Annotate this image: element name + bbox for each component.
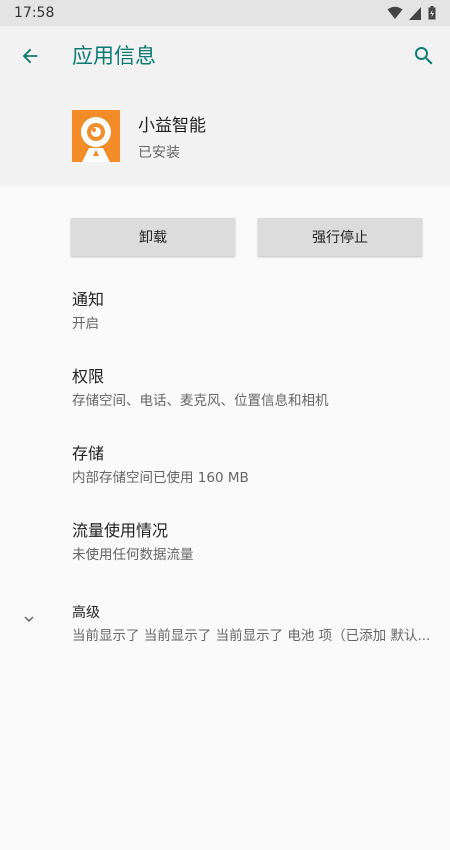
settings-item-data-usage[interactable]: 流量使用情况 未使用任何数据流量 (0, 513, 450, 590)
settings-item-title: 通知 (72, 290, 105, 309)
page-title: 应用信息 (72, 44, 156, 68)
settings-item-title: 流量使用情况 (72, 521, 169, 540)
app-summary: 小益智能 已安装 (72, 110, 206, 162)
settings-item-subtitle: 当前显示了 当前显示了 当前显示了 电池 项（已添加 默认... (72, 628, 431, 644)
battery-icon (428, 6, 436, 20)
search-button[interactable] (410, 42, 438, 70)
action-buttons: 卸载 强行停止 (71, 218, 422, 256)
settings-item-notifications[interactable]: 通知 开启 (0, 282, 450, 359)
app-header: 应用信息 小益智能 已安装 (0, 26, 450, 186)
arrow-back-icon (22, 48, 38, 64)
settings-item-title: 高级 (72, 605, 100, 621)
settings-item-subtitle: 存储空间、电话、麦克风、位置信息和相机 (72, 393, 329, 409)
app-info: 小益智能 已安装 (138, 111, 206, 162)
search-icon (415, 47, 433, 65)
status-time: 17:58 (14, 5, 55, 21)
app-install-state: 已安装 (138, 144, 180, 161)
status-bar: 17:58 (0, 0, 450, 26)
settings-item-title: 权限 (72, 367, 105, 386)
uninstall-button[interactable]: 卸载 (71, 218, 235, 256)
app-name: 小益智能 (138, 115, 206, 136)
settings-item-advanced[interactable]: 高级 当前显示了 当前显示了 当前显示了 电池 项（已添加 默认... (0, 590, 450, 667)
chevron-down-icon (24, 616, 34, 622)
settings-list: 通知 开启 权限 存储空间、电话、麦克风、位置信息和相机 存储 内部存储空间已使… (0, 282, 450, 667)
settings-item-subtitle: 内部存储空间已使用 160 MB (72, 470, 249, 486)
signal-icon (409, 6, 421, 20)
toolbar: 应用信息 (0, 26, 450, 86)
settings-item-subtitle: 未使用任何数据流量 (72, 547, 194, 563)
back-button[interactable] (16, 42, 44, 70)
settings-item-storage[interactable]: 存储 内部存储空间已使用 160 MB (0, 436, 450, 513)
settings-item-subtitle: 开启 (72, 316, 99, 332)
force-stop-button[interactable]: 强行停止 (258, 218, 422, 256)
app-icon (72, 110, 120, 162)
robot-camera-icon (72, 110, 120, 162)
wifi-icon (387, 6, 403, 19)
settings-item-permissions[interactable]: 权限 存储空间、电话、麦克风、位置信息和相机 (0, 359, 450, 436)
settings-item-title: 存储 (72, 444, 105, 463)
status-icons (387, 6, 436, 20)
